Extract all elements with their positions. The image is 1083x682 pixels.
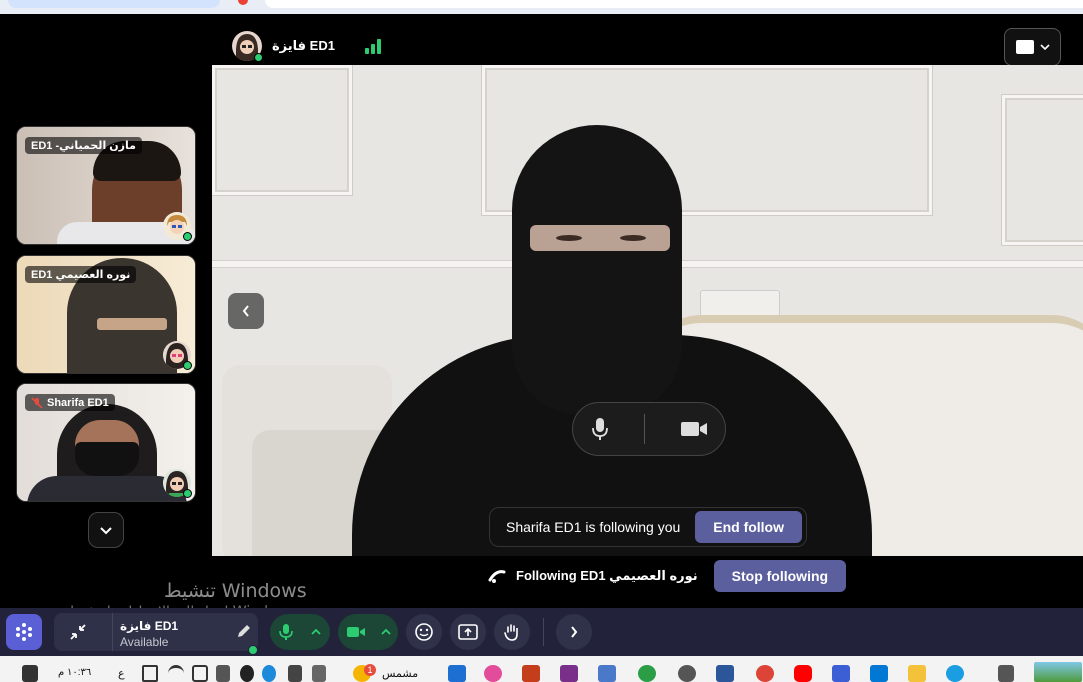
windows-activation-title: تنشيط Windows: [164, 580, 307, 602]
end-follow-button[interactable]: End follow: [695, 511, 802, 543]
microphone-muted-icon: [31, 396, 43, 409]
participant-avatar: [163, 469, 192, 498]
participant-name: Sharifa ED1: [47, 396, 109, 409]
browser-favicon-icon: [238, 0, 248, 5]
tray-icon[interactable]: [216, 665, 230, 682]
more-options-button[interactable]: [556, 614, 592, 650]
main-video-feed: [212, 65, 1083, 556]
chevron-up-icon[interactable]: [311, 628, 321, 636]
reactions-button[interactable]: [406, 614, 442, 650]
browser-tab-strip: [0, 0, 1083, 14]
participant-tile[interactable]: ED1 نوره العصيمي: [16, 255, 196, 374]
user-status-card[interactable]: فايزة ED1 Available: [54, 613, 258, 655]
internet-download-icon[interactable]: [638, 665, 656, 682]
volume-icon[interactable]: [142, 665, 158, 682]
chevron-down-icon: [100, 527, 112, 535]
participant-avatar: [163, 341, 192, 370]
powerpoint-icon[interactable]: [522, 665, 540, 682]
toolbar-user-status: Available: [120, 635, 169, 649]
battery-icon[interactable]: [192, 665, 208, 682]
display-icon[interactable]: [312, 665, 326, 682]
taskbar-clock[interactable]: ١٠:٣٦ م: [58, 667, 91, 678]
stop-following-button[interactable]: Stop following: [713, 560, 847, 592]
microphone-icon[interactable]: [279, 623, 293, 641]
chevron-up-icon[interactable]: [380, 628, 391, 636]
notification-badge: 1: [364, 664, 376, 676]
participant-avatar: [163, 212, 192, 241]
apps-menu-button[interactable]: [6, 614, 42, 650]
folder-icon[interactable]: [908, 665, 926, 682]
participant-head: [512, 125, 682, 415]
edit-pencil-icon[interactable]: [236, 623, 252, 639]
camera-icon[interactable]: [680, 419, 708, 439]
winrar-icon[interactable]: [560, 665, 578, 682]
font-app-icon[interactable]: [598, 665, 616, 682]
chevron-right-icon: [571, 626, 578, 638]
video-media-controls: [572, 402, 726, 456]
following-status: Following ED1 نوره العصيمي Stop followin…: [488, 560, 847, 592]
app-icon[interactable]: [448, 665, 466, 682]
participant-tile[interactable]: ED1 -مازن الحمياني: [16, 126, 196, 245]
participant-name: ED1 -مازن الحمياني: [31, 140, 136, 152]
word-icon[interactable]: [716, 665, 734, 682]
task-view-icon[interactable]: [998, 665, 1014, 682]
camera-tray-icon[interactable]: [288, 665, 302, 682]
share-screen-button[interactable]: [450, 614, 486, 650]
layout-view-button[interactable]: [1004, 28, 1061, 66]
online-status-icon: [183, 232, 192, 241]
toolbar-user-name: فايزة ED1: [120, 619, 179, 633]
windows-taskbar: ١٠:٣٦ م ع 1 مشمس: [0, 656, 1083, 682]
wifi-icon[interactable]: [168, 665, 184, 682]
meeting-window: فايزة ED1 Sharifa ED1 is following you E…: [0, 0, 1083, 682]
participant-tile[interactable]: Sharifa ED1: [16, 383, 196, 502]
smiley-icon: [415, 623, 433, 641]
online-status-icon: [183, 361, 192, 370]
minimize-icon[interactable]: [64, 618, 92, 646]
active-speaker-header: فايزة ED1: [232, 30, 381, 62]
chevron-down-icon: [1039, 44, 1050, 51]
apps-icon: [16, 623, 32, 641]
following-text: Following ED1 نوره العصيمي: [516, 568, 698, 583]
widgets-icon[interactable]: [1034, 662, 1082, 682]
follow-banner-text: Sharifa ED1 is following you: [506, 519, 681, 535]
record-icon[interactable]: [240, 665, 254, 682]
browser-tab[interactable]: [8, 0, 220, 8]
outlook-icon[interactable]: [870, 665, 888, 682]
layout-icon: [1015, 40, 1034, 54]
active-speaker-avatar[interactable]: [232, 31, 263, 62]
active-speaker-name: فايزة ED1: [272, 38, 335, 53]
chrome-icon[interactable]: [756, 665, 774, 682]
chevron-left-icon: [242, 305, 249, 317]
camera-toggle[interactable]: [338, 614, 398, 650]
location-icon[interactable]: [262, 665, 276, 682]
weather-label[interactable]: مشمس: [382, 667, 418, 680]
follow-icon: [488, 570, 506, 583]
online-status-icon: [183, 489, 192, 498]
youtube-icon[interactable]: [794, 665, 812, 682]
settings-icon[interactable]: [678, 665, 696, 682]
microphone-toggle[interactable]: [270, 614, 330, 650]
participant-name: ED1 نوره العصيمي: [31, 269, 131, 281]
camera-icon[interactable]: [346, 625, 366, 639]
edge-icon[interactable]: [946, 665, 964, 682]
signal-strength-icon: [364, 38, 381, 54]
store-icon[interactable]: [832, 665, 850, 682]
hand-icon: [504, 624, 518, 641]
copilot-icon[interactable]: [484, 665, 502, 682]
next-page-button[interactable]: [88, 512, 124, 548]
online-status-icon: [254, 53, 263, 62]
raise-hand-button[interactable]: [494, 614, 530, 650]
system-icon[interactable]: [22, 665, 38, 682]
follow-banner: Sharifa ED1 is following you End follow: [489, 507, 807, 547]
meeting-toolbar: فايزة ED1 Available: [0, 608, 1083, 656]
taskbar-language[interactable]: ع: [118, 667, 125, 680]
previous-page-button[interactable]: [228, 293, 264, 329]
microphone-icon[interactable]: [591, 417, 609, 441]
browser-address-bar[interactable]: [265, 0, 1083, 8]
share-screen-icon: [458, 624, 478, 640]
online-status-icon: [248, 645, 258, 655]
